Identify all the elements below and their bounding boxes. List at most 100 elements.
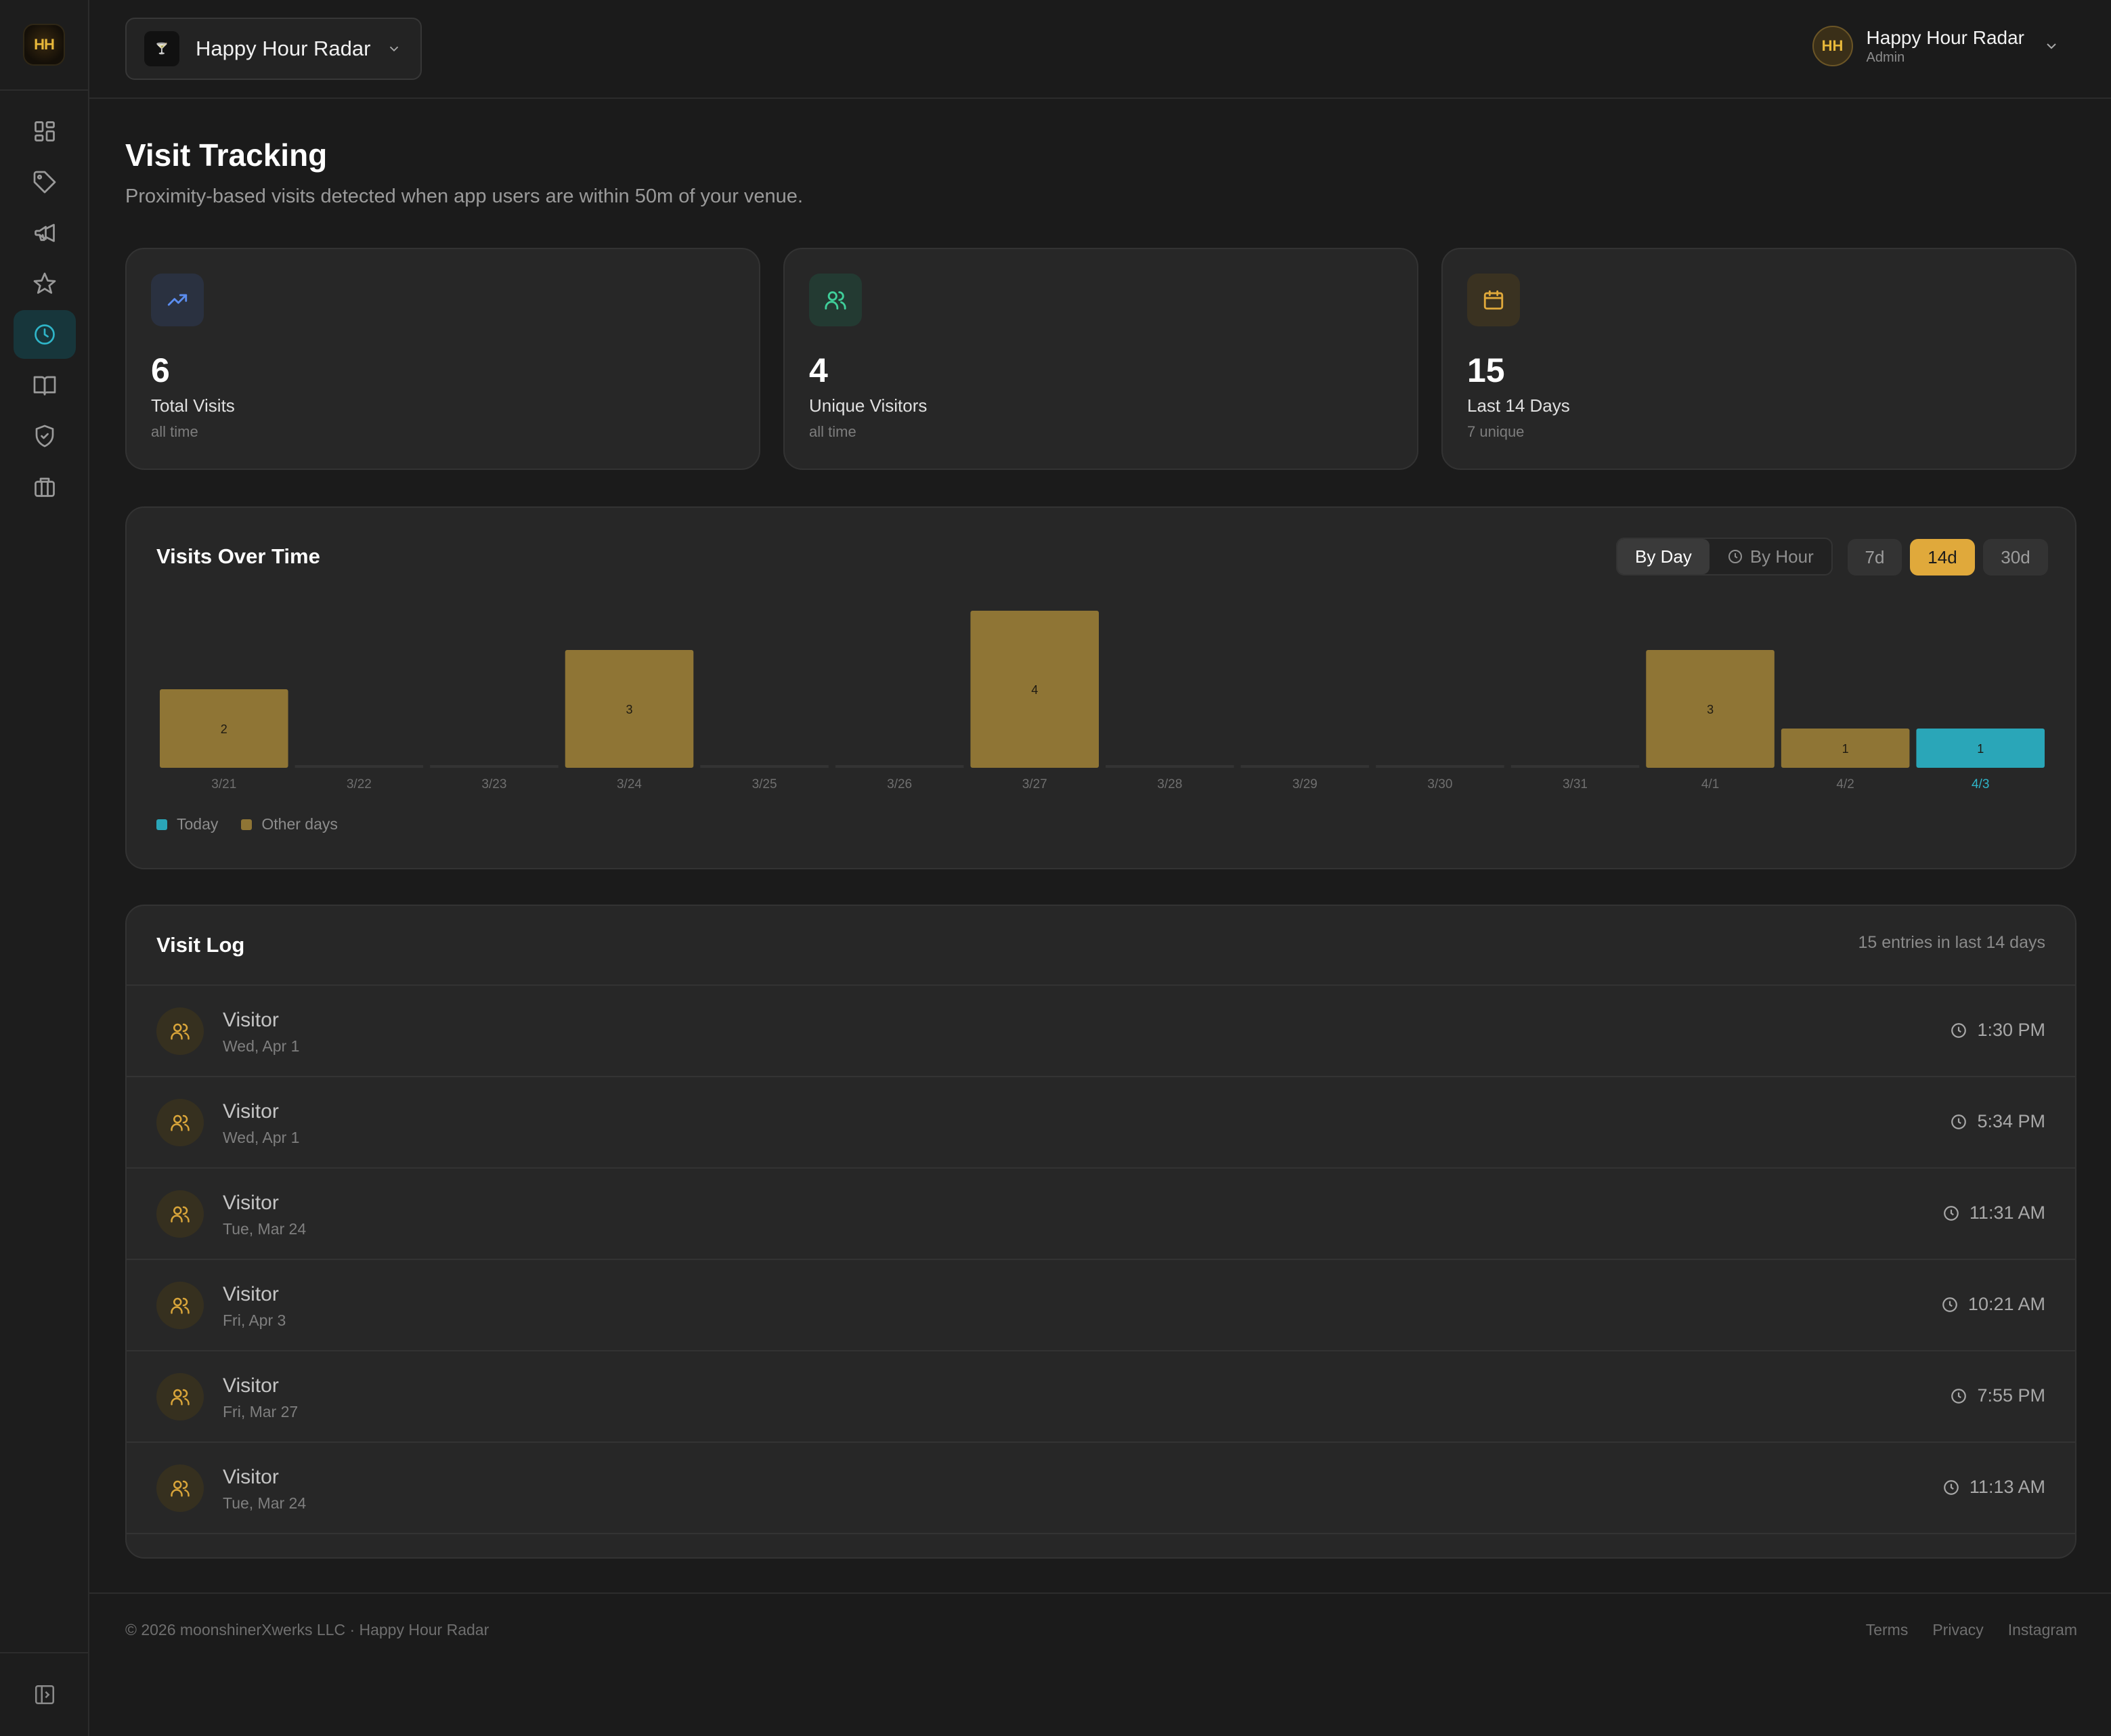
visit-date: Tue, Mar 24 [223,1494,307,1512]
visit-time-label: 11:13 AM [1969,1477,2045,1497]
visitor-name: Visitor [223,1009,279,1031]
visitor-name: Visitor [223,1466,279,1488]
user-menu[interactable]: HH Happy Hour Radar Admin [1812,26,2060,66]
chart-bar-3/30[interactable] [1376,765,1504,768]
range-30d-button[interactable]: 30d [1983,539,2048,576]
clock-icon [1951,1022,1967,1038]
chart-bar-3/31[interactable] [1510,765,1640,768]
footer-link-terms[interactable]: Terms [1866,1621,1909,1639]
visit-time: 10:21 AM [1941,1294,2045,1315]
range-7d-button[interactable]: 7d [1848,539,1902,576]
logo-container: HH [0,0,88,91]
user-info: Happy Hour Radar Admin [1867,27,2024,66]
visit-time-label: 11:31 AM [1969,1202,2045,1223]
bar-value-label: 1 [1842,742,1849,756]
sidebar-collapse-button[interactable] [0,1652,89,1736]
chart-bar-3/28[interactable] [1106,765,1234,768]
sidebar-collapse-icon [35,1685,55,1705]
venue-logo: 🍸 [144,31,179,66]
megaphone-icon [35,223,55,242]
x-tick-label: 3/31 [1562,777,1588,791]
bar-value-label: 2 [221,722,227,736]
x-tick-label: 3/21 [211,777,237,791]
visits-bar-chart: 2 3 4 3 1 1 [160,611,2045,768]
table-row: Visitor Tue, Mar 24 11:13 AM [127,1443,2075,1534]
chart-bar-3/25[interactable] [700,765,829,768]
footer-divider [89,1592,2111,1594]
visit-time-label: 10:21 AM [1967,1294,2045,1314]
footer-link-instagram[interactable]: Instagram [2008,1621,2077,1639]
stat-note: all time [151,423,198,440]
sidebar-item-reviews[interactable] [14,259,76,308]
visitor-avatar [156,1099,204,1146]
bar-value-label: 4 [1031,683,1038,697]
clock-icon [1951,1388,1967,1404]
chevron-down-icon [390,46,399,52]
visitor-avatar [156,1282,204,1329]
visit-log-count: 15 entries in last 14 days [1858,933,2045,952]
book-icon [33,376,56,395]
visit-log-card: Visit Log 15 entries in last 14 days Vis… [125,905,2076,1559]
users-icon [171,1389,190,1406]
x-tick-label: 4/3 [1971,777,1990,791]
stat-value: 15 [1467,351,1505,389]
x-tick-label: 4/2 [1836,777,1854,791]
visit-time: 11:13 AM [1942,1477,2045,1498]
visit-date: Fri, Apr 3 [223,1311,286,1329]
users-icon [825,291,846,310]
users-icon [171,1114,190,1131]
visit-time: 1:30 PM [1950,1020,2045,1041]
sidebar-item-promotions[interactable] [14,209,76,257]
visit-time: 7:55 PM [1950,1385,2045,1406]
briefcase-icon [35,477,55,497]
stat-note: 7 unique [1467,423,1525,440]
visit-date: Fri, Mar 27 [223,1403,299,1420]
page-subtitle: Proximity-based visits detected when app… [125,186,803,207]
visit-log-header: Visit Log 15 entries in last 14 days [127,906,2075,986]
visitor-name: Visitor [223,1192,279,1214]
x-tick-label: 3/24 [616,777,642,791]
chart-bar-3/22[interactable] [295,765,424,768]
clock-icon [1951,1114,1967,1129]
visit-log-list: Visitor Wed, Apr 1 1:30 PM Visitor Wed, Apr … [127,986,2075,1534]
bar-value-label: 3 [626,703,632,716]
by-day-button[interactable]: By Day [1617,539,1710,574]
footer-link-privacy[interactable]: Privacy [1932,1621,1983,1639]
legend-item-other-days: Other days [241,815,338,833]
dashboard-icon [35,121,55,142]
chart-bar-3/26[interactable] [835,765,964,768]
users-icon [171,1297,190,1314]
footer-links: Terms Privacy Instagram [1842,1621,2077,1639]
x-tick-label: 3/26 [887,777,913,791]
stat-icon-container [1467,274,1520,326]
visits-over-time-card: Visits Over Time By Day By Hour 7d 14d 3… [125,506,2076,869]
sidebar-item-business[interactable] [14,462,76,511]
by-hour-button[interactable]: By Hour [1710,539,1831,574]
footer-copyright: © 2026 moonshinerXwerks LLC · Happy Hour… [125,1621,489,1639]
clock-icon [1944,1205,1959,1221]
visit-time: 11:31 AM [1942,1202,2045,1223]
sidebar-item-verification[interactable] [14,412,76,460]
sidebar-item-dashboard[interactable] [14,107,76,156]
avatar: HH [1812,26,1853,66]
visit-time-label: 5:34 PM [1977,1111,2045,1131]
x-tick-label: 3/25 [752,777,777,791]
top-bar: 🍸 Happy Hour Radar HH Happy Hour Radar A… [89,0,2111,99]
sidebar-item-deals[interactable] [14,158,76,207]
sidebar: HH [0,0,89,1736]
sidebar-item-menu[interactable] [14,361,76,410]
table-row: Visitor Fri, Mar 27 7:55 PM [127,1351,2075,1443]
stat-card-last-14-days: 15 Last 14 Days 7 unique [1441,248,2076,470]
visitor-avatar [156,1464,204,1512]
table-row: Visitor Wed, Apr 1 1:30 PM [127,986,2075,1077]
chart-bar-3/29[interactable] [1240,765,1370,768]
sidebar-item-visit-tracking[interactable] [14,310,76,359]
users-icon [171,1023,190,1040]
brand-logo[interactable]: HH [23,24,65,66]
legend-label: Today [177,815,219,833]
stat-label: Last 14 Days [1467,395,1570,416]
range-14d-button[interactable]: 14d [1910,539,1975,576]
venue-selector[interactable]: 🍸 Happy Hour Radar [125,18,422,80]
visitor-name: Visitor [223,1374,279,1397]
chart-bar-3/23[interactable] [430,765,559,768]
